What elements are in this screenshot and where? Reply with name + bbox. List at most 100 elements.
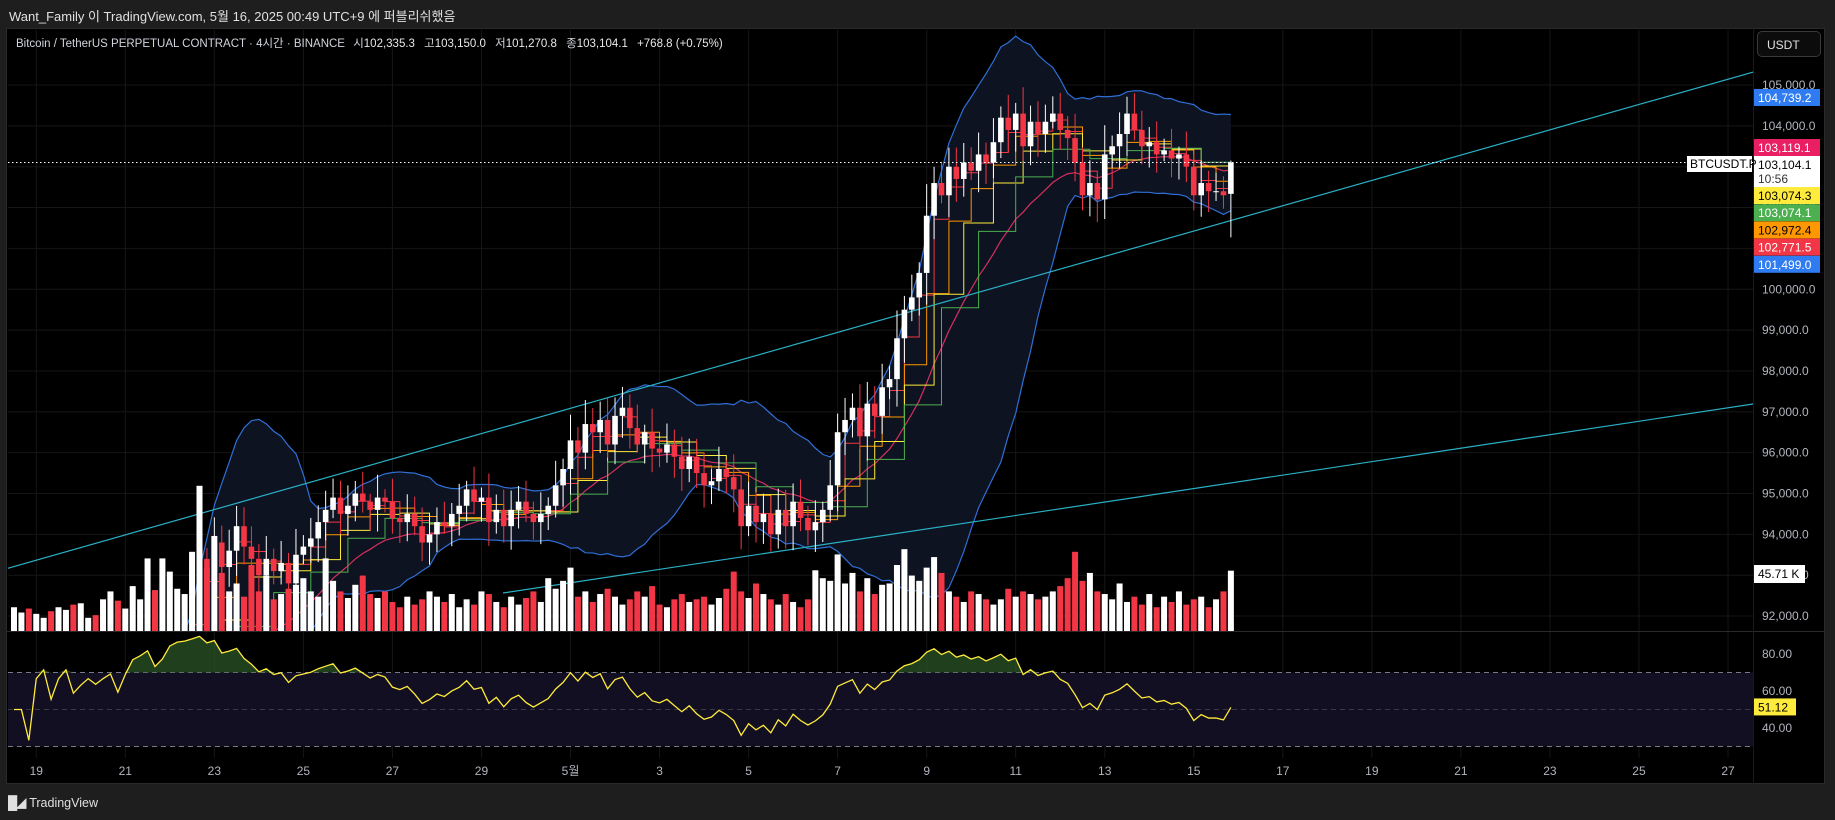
bb-upper-price-label: 104,739.2 [1758,91,1812,105]
currency-button[interactable]: USDT [1757,31,1821,57]
volume-bar [656,604,663,631]
candle-body [923,215,930,273]
volume-bar [248,565,255,631]
candle-body [842,419,848,433]
volume-bar [515,604,522,631]
time-tick: 7 [834,764,841,778]
volume-bar [1124,601,1130,631]
candle-body [708,481,715,486]
candle-body [901,309,908,339]
countdown-label: 10:56 [1758,172,1788,186]
volume-bar [708,604,715,631]
price-tick: 97,000.0 [1762,405,1809,419]
volume-bar [18,612,25,631]
volume-bar [574,596,581,631]
candle-body [1109,146,1115,155]
volume-bar [374,598,381,631]
volume-bar [344,598,351,631]
volume-bar [1042,596,1049,631]
time-tick: 15 [1187,764,1201,778]
volume-bar [48,611,55,631]
volume-bar [159,558,166,631]
candle-body [827,485,833,510]
candle-body [671,444,678,457]
volume-bar [619,604,626,631]
volume-bar [723,588,730,631]
symbol-title[interactable]: Bitcoin / TetherUS PERPETUAL CONTRACT · … [16,38,345,50]
candle-body [434,522,440,535]
volume-bar [85,617,92,631]
volume-bar [1183,604,1190,631]
candle-body [1220,191,1227,196]
volume-bar [545,578,552,631]
volume-bar [775,604,782,631]
candle-body [174,632,180,633]
volume-bar [1086,572,1093,631]
candle-body [1072,138,1078,163]
candle-body [397,518,403,523]
volume-bar [745,598,752,631]
candle-body [656,448,663,453]
candle-body [1153,142,1160,155]
rsi-tick: 40.00 [1762,721,1792,735]
volume-bar [255,591,262,631]
time-tick: 25 [1632,764,1646,778]
volume-bar [604,588,611,631]
volume-bar [834,554,841,631]
volume-bar [426,591,433,631]
candle-body [849,407,856,420]
candle-body [1079,162,1086,196]
candle-body [181,624,188,631]
candle-body [716,468,722,482]
candle-body [515,501,522,510]
time-tick: 21 [119,764,133,778]
candle-body [983,154,989,163]
volume-bar [767,599,774,631]
volume-bar [107,591,114,631]
candle-body [189,595,195,625]
candle-body [419,526,425,543]
candle-body [204,558,210,572]
volume-bar [693,599,700,631]
candle-body [293,554,299,584]
candle-body [1087,183,1093,196]
ma-pink-price-label: 103,119.1 [1758,141,1811,155]
volume-bar [441,601,448,631]
chart-canvas[interactable]: 92,000.093,000.094,000.095,000.096,000.0… [0,0,1835,820]
candle-body [1213,191,1219,193]
time-tick: 21 [1454,764,1468,778]
candle-body [819,509,826,523]
candle-body [241,526,247,547]
volume-bar [166,571,173,631]
volume-bar [1161,596,1168,631]
candle-body [1183,154,1190,167]
volume-bar [1020,591,1027,631]
volume-bar [812,570,819,631]
time-tick: 27 [1721,764,1735,778]
volume-bar [582,591,589,631]
candle-body [270,558,277,572]
volume-bar [1101,594,1108,631]
volume-bar [367,594,374,631]
volume-bar [997,599,1004,631]
candle-body [456,505,462,514]
volume-bar [448,594,455,631]
candle-body [285,562,292,584]
time-tick: 3 [656,764,663,778]
volume-bar [226,591,233,631]
volume-bar [634,591,641,631]
volume-bar [11,607,17,631]
close-label: 종 [566,38,577,50]
volume-bar [1198,596,1205,631]
volume-bar [411,604,418,631]
candle-body [886,379,893,388]
candle-body [1124,113,1130,135]
candle-body [508,509,514,527]
volume-bar [307,591,314,631]
volume-bar [901,549,908,631]
candle-body [1168,150,1175,159]
volume-bar [886,583,893,631]
volume-bar [1094,591,1101,631]
volume-bar [70,604,77,631]
candle-body [805,518,811,531]
